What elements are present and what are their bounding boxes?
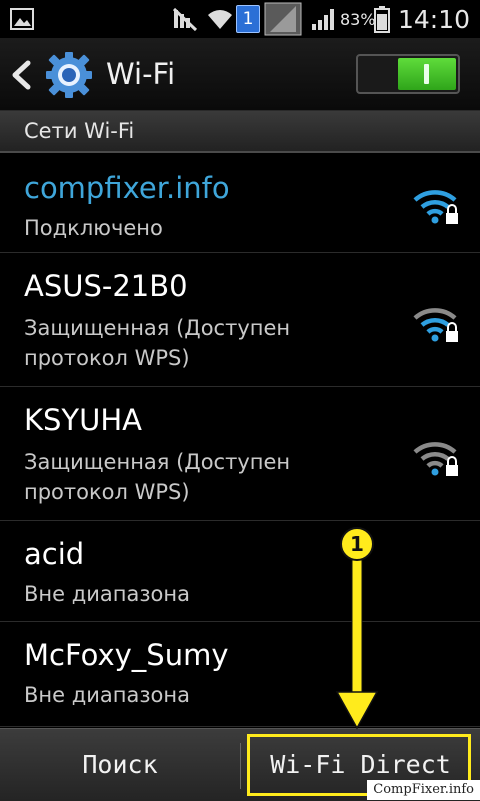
network-item[interactable]: KSYUHA Защищенная (Доступен протокол WPS…: [0, 387, 480, 521]
battery-percent: 83%: [340, 9, 376, 29]
clock: 14:10: [398, 4, 471, 34]
wifi-signal-lock-icon: [412, 305, 462, 345]
page-title: Wi-Fi: [106, 57, 176, 91]
network-item[interactable]: compfixer.info Подключено: [0, 153, 480, 253]
network-status: Подключено: [24, 216, 163, 240]
wifi-toggle[interactable]: [356, 54, 460, 94]
network-item[interactable]: ASUS-21B0 Защищенная (Доступен протокол …: [0, 253, 480, 387]
step-number-badge: 1: [340, 527, 374, 561]
network-status: Защищенная (Доступен протокол WPS): [24, 316, 291, 370]
network-name: McFoxy_Sumy: [24, 638, 229, 672]
network-status: Вне диапазона: [24, 683, 190, 707]
cell-signal-icon: [310, 0, 338, 38]
arrow-down-icon: [335, 559, 379, 732]
wifi-signal-lock-icon: [412, 439, 462, 479]
battery-icon: [374, 0, 390, 38]
search-button[interactable]: Поиск: [0, 729, 240, 801]
network-item[interactable]: acid Вне диапазона: [0, 521, 480, 622]
wifi-status-icon: [206, 0, 234, 38]
network-name: KSYUHA: [24, 403, 143, 437]
network-name: ASUS-21B0: [24, 269, 188, 303]
notification-badge-icon: 1: [236, 0, 260, 38]
no-signal-icon: [264, 0, 302, 38]
section-header: Сети Wi-Fi: [0, 111, 480, 153]
status-bar: 1 83% 14:10: [0, 0, 480, 38]
network-status: Вне диапазона: [24, 582, 190, 606]
mute-icon: [172, 0, 200, 38]
wifi-signal-lock-icon: [412, 187, 462, 227]
image-notification-icon: [10, 0, 34, 38]
toggle-on-indicator: [398, 58, 456, 90]
network-status: Защищенная (Доступен протокол WPS): [24, 450, 291, 504]
network-name: acid: [24, 537, 85, 571]
settings-gear-icon[interactable]: [44, 50, 94, 100]
section-header-label: Сети Wi-Fi: [24, 119, 135, 143]
action-bar: Wi-Fi: [0, 38, 480, 111]
network-name: compfixer.info: [24, 171, 230, 205]
back-icon[interactable]: [8, 60, 34, 90]
watermark: CompFixer.info: [367, 780, 480, 800]
network-item[interactable]: McFoxy_Sumy Вне диапазона: [0, 622, 480, 727]
